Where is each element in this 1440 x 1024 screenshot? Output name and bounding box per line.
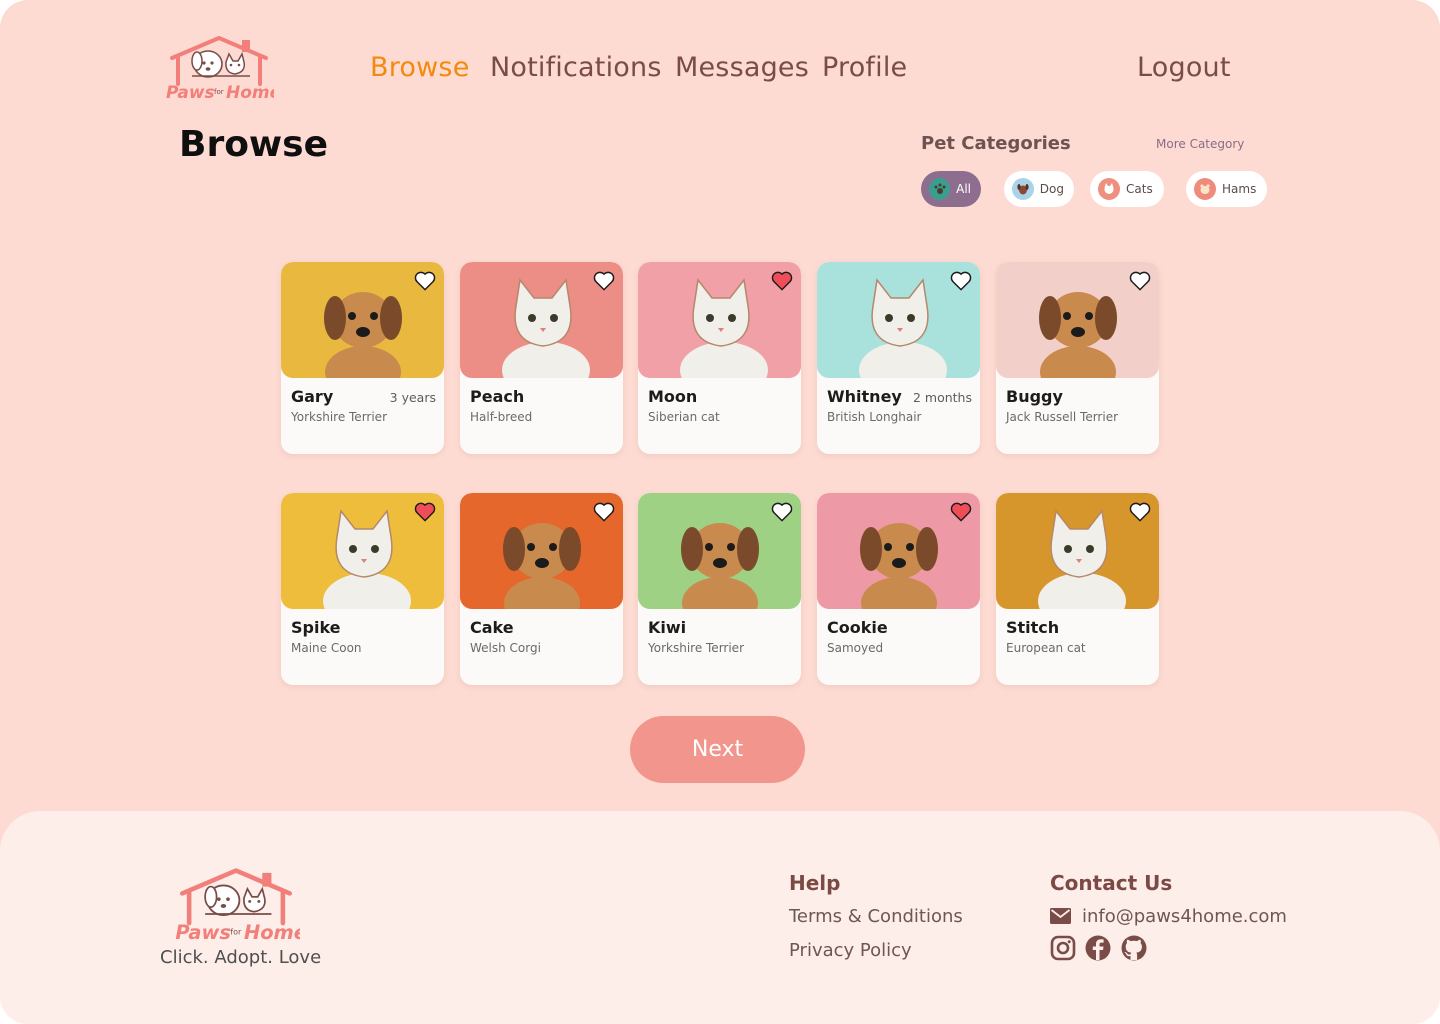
nav-messages[interactable]: Messages — [675, 52, 809, 83]
logout-link[interactable]: Logout — [1137, 52, 1231, 83]
more-category-link[interactable]: More Category — [1156, 137, 1244, 151]
pet-card[interactable]: Peach Half-breed — [460, 262, 623, 454]
pet-name: Buggy — [1006, 387, 1063, 406]
pet-card[interactable]: Whitney 2 months British Longhair — [817, 262, 980, 454]
github-icon[interactable] — [1121, 935, 1147, 961]
instagram-icon[interactable] — [1050, 935, 1076, 961]
pet-photo — [281, 493, 444, 609]
pet-photo — [281, 262, 444, 378]
hamster-icon — [1194, 178, 1216, 200]
heart-outline-icon[interactable] — [414, 271, 436, 291]
mail-icon — [1050, 908, 1071, 929]
heart-filled-icon[interactable] — [414, 502, 436, 522]
footer: Paws for Home Click. Adopt. Love Help Te… — [0, 811, 1440, 1024]
pet-card[interactable]: Spike Maine Coon — [281, 493, 444, 685]
chip-label: Cats — [1126, 182, 1153, 196]
contact-email[interactable]: info@paws4home.com — [1082, 906, 1287, 927]
pet-breed: Jack Russell Terrier — [1006, 410, 1119, 424]
chip-label: Dog — [1039, 182, 1064, 196]
svg-text:for: for — [230, 928, 242, 937]
pet-breed: Yorkshire Terrier — [291, 410, 387, 424]
chip-label: All — [956, 182, 971, 196]
facebook-icon[interactable] — [1085, 935, 1111, 961]
heart-outline-icon[interactable] — [1129, 502, 1151, 522]
pet-card[interactable]: Moon Siberian cat — [638, 262, 801, 454]
dog-icon — [1012, 178, 1034, 200]
pet-breed: Welsh Corgi — [470, 641, 541, 655]
heart-outline-icon[interactable] — [771, 502, 793, 522]
page-title: Browse — [179, 124, 329, 165]
nav-browse[interactable]: Browse — [370, 52, 470, 83]
svg-text:Home: Home — [226, 83, 274, 103]
nav-notifications[interactable]: Notifications — [490, 52, 662, 83]
pet-name: Whitney — [827, 387, 902, 406]
pet-photo — [460, 493, 623, 609]
heart-outline-icon[interactable] — [593, 502, 615, 522]
pet-breed: Siberian cat — [648, 410, 720, 424]
footer-logo: Paws for Home — [172, 866, 300, 946]
svg-text:Paws: Paws — [166, 83, 215, 103]
pet-photo — [817, 262, 980, 378]
pet-breed: Half-breed — [470, 410, 533, 424]
category-chip-hams[interactable]: Hams — [1186, 171, 1267, 207]
pet-card[interactable]: Gary 3 years Yorkshire Terrier — [281, 262, 444, 454]
pet-name: Gary — [291, 387, 334, 406]
chip-label: Hams — [1222, 182, 1257, 196]
heart-outline-icon[interactable] — [1129, 271, 1151, 291]
pet-age: 3 years — [389, 390, 436, 405]
pet-breed: European cat — [1006, 641, 1086, 655]
next-button[interactable]: Next — [630, 716, 805, 783]
brand-logo[interactable]: Paws for Home — [164, 34, 274, 104]
pet-name: Peach — [470, 387, 525, 406]
pet-breed: British Longhair — [827, 410, 922, 424]
svg-text:for: for — [214, 88, 224, 96]
privacy-link[interactable]: Privacy Policy — [789, 940, 912, 961]
pet-categories-title: Pet Categories — [921, 133, 1071, 154]
pet-card[interactable]: Buggy Jack Russell Terrier — [996, 262, 1159, 454]
svg-text:Home: Home — [244, 921, 300, 944]
nav-profile[interactable]: Profile — [822, 52, 907, 83]
pet-breed: Samoyed — [827, 641, 884, 655]
cat-icon — [1098, 178, 1120, 200]
category-chip-dog[interactable]: Dog — [1004, 171, 1074, 207]
pet-name: Spike — [291, 618, 341, 637]
pet-photo — [638, 262, 801, 378]
pet-card[interactable]: Stitch European cat — [996, 493, 1159, 685]
pet-card[interactable]: Cake Welsh Corgi — [460, 493, 623, 685]
paw-icon — [929, 178, 951, 200]
category-chip-all[interactable]: All — [921, 171, 981, 207]
heart-filled-icon[interactable] — [771, 271, 793, 291]
category-chip-cats[interactable]: Cats — [1090, 171, 1164, 207]
pet-age: 2 months — [912, 390, 972, 405]
pet-breed: Maine Coon — [291, 641, 362, 655]
pet-breed: Yorkshire Terrier — [648, 641, 744, 655]
heart-outline-icon[interactable] — [950, 271, 972, 291]
pet-photo — [638, 493, 801, 609]
help-heading: Help — [789, 871, 841, 895]
heart-outline-icon[interactable] — [593, 271, 615, 291]
page: Paws for Home Browse Notifications Messa… — [0, 0, 1440, 1024]
pet-photo — [996, 262, 1159, 378]
pet-name: Moon — [648, 387, 698, 406]
contact-heading: Contact Us — [1050, 871, 1173, 895]
pet-name: Cake — [470, 618, 514, 637]
terms-link[interactable]: Terms & Conditions — [789, 906, 963, 927]
pet-photo — [996, 493, 1159, 609]
pet-card[interactable]: Kiwi Yorkshire Terrier — [638, 493, 801, 685]
pet-photo — [460, 262, 623, 378]
heart-filled-icon[interactable] — [950, 502, 972, 522]
pet-photo — [817, 493, 980, 609]
pet-name: Stitch — [1006, 618, 1060, 637]
pet-card[interactable]: Cookie Samoyed — [817, 493, 980, 685]
pet-name: Kiwi — [648, 618, 687, 637]
tagline: Click. Adopt. Love — [160, 947, 322, 968]
pet-name: Cookie — [827, 618, 888, 637]
svg-text:Paws: Paws — [175, 921, 231, 944]
